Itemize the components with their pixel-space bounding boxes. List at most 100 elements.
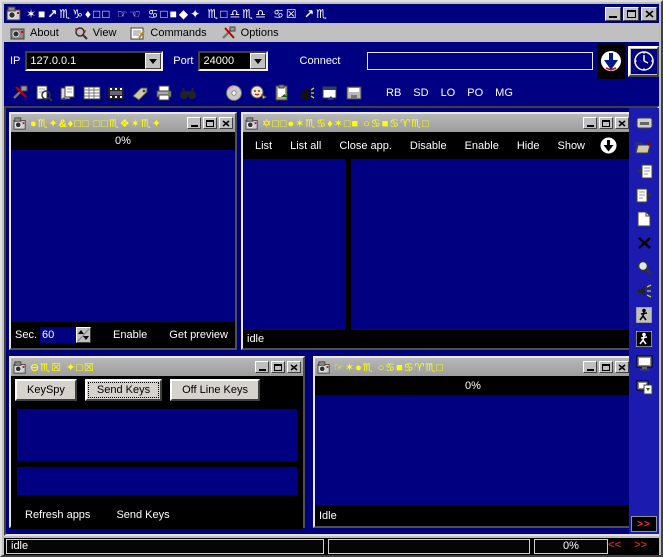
chat-icon[interactable]	[247, 82, 269, 104]
disable-button[interactable]: Disable	[406, 140, 451, 152]
enable-button[interactable]: Enable	[461, 140, 503, 152]
menu-commands[interactable]: Commands	[130, 26, 206, 40]
window-run-icon[interactable]	[319, 82, 341, 104]
view-icon	[73, 26, 89, 40]
keys-actions-bar: Refresh apps Send Keys	[11, 501, 303, 529]
close-button[interactable]	[219, 117, 233, 129]
status-progress-value: 0%	[563, 540, 579, 552]
ip-input[interactable]: 127.0.0.1	[27, 53, 145, 69]
minimize-button[interactable]	[605, 7, 621, 21]
ip-dropdown-button[interactable]	[145, 53, 161, 69]
maximize-button[interactable]	[203, 117, 217, 129]
connect-bar: IP 127.0.0.1 Port 24000 Connect	[4, 42, 659, 80]
clock-button[interactable]	[628, 46, 659, 77]
tag-icon[interactable]	[129, 82, 151, 104]
run-man-light-icon[interactable]	[634, 305, 654, 325]
close-button[interactable]	[615, 117, 629, 129]
port-dropdown-button[interactable]	[250, 53, 266, 69]
connect-button[interactable]: Connect	[296, 55, 345, 67]
list-button[interactable]: List	[251, 140, 276, 152]
status-back-button[interactable]: <<	[604, 539, 625, 551]
minimize-button[interactable]	[187, 117, 201, 129]
send-keys-button[interactable]: Send Keys	[112, 509, 173, 521]
toolbar-letter-lo[interactable]: LO	[435, 87, 462, 99]
port-input[interactable]: 24000	[200, 53, 249, 69]
close-app-button[interactable]: Close app.	[335, 140, 396, 152]
delete-icon[interactable]	[634, 233, 654, 253]
refresh-apps-button[interactable]: Refresh apps	[21, 509, 94, 521]
table-icon[interactable]	[81, 82, 103, 104]
sec-stepper[interactable]	[76, 327, 91, 343]
status-forward-button[interactable]: >>	[630, 539, 651, 551]
preview-progress-value: 0%	[115, 135, 131, 147]
main-titlebar: ✶■↗♏♑♦□□ ☞☜ ♋□■◆✦ ♏□♎♏♎ ♋☒ ↗♏	[4, 4, 659, 23]
file-viewport	[315, 395, 631, 505]
refresh-circle-button[interactable]	[600, 137, 617, 154]
minimize-button[interactable]	[583, 361, 597, 373]
open-folder-icon[interactable]	[634, 137, 654, 157]
process-window-titlebar: ✡□□●✶♏♋♦✶□■ ○♋■♋♈♏□	[243, 114, 631, 132]
minimize-button[interactable]	[583, 117, 597, 129]
search-icon[interactable]	[634, 257, 654, 277]
tab-offline-keys[interactable]: Off Line Keys	[170, 379, 260, 401]
tab-keyspy[interactable]: KeySpy	[15, 379, 77, 401]
show-button[interactable]: Show	[553, 140, 589, 152]
find-doc-icon[interactable]	[33, 82, 55, 104]
toolbar-letter-rb[interactable]: RB	[380, 87, 407, 99]
new-doc-icon[interactable]	[634, 209, 654, 229]
menu-options-label: Options	[241, 27, 279, 39]
maximize-button[interactable]	[271, 361, 285, 373]
toolbar-letter-mg[interactable]: MG	[489, 87, 519, 99]
process-detail-pane[interactable]	[351, 159, 631, 330]
keys-tab-bar: KeySpy Send Keys Off Line Keys	[11, 376, 303, 403]
maximize-button[interactable]	[623, 7, 639, 21]
menu-about[interactable]: About	[10, 26, 59, 40]
up-down-spinner-icon	[77, 328, 90, 342]
keys-log-area[interactable]	[17, 409, 297, 461]
maximize-button[interactable]	[599, 117, 613, 129]
hide-button[interactable]: Hide	[513, 140, 544, 152]
menu-view[interactable]: View	[73, 26, 117, 40]
close-button[interactable]	[641, 7, 657, 21]
screen-icon[interactable]	[634, 353, 654, 373]
list-all-button[interactable]: List all	[286, 140, 325, 152]
enable-button[interactable]: Enable	[109, 329, 151, 341]
sound-icon[interactable]	[634, 281, 654, 301]
clock-face	[631, 49, 657, 74]
titlebar-icon[interactable]	[634, 113, 654, 133]
run-man-dark-icon[interactable]	[634, 329, 654, 349]
process-status-text: idle	[247, 333, 264, 345]
close-button[interactable]	[287, 361, 301, 373]
binoculars-icon[interactable]	[177, 82, 199, 104]
minimize-button[interactable]	[255, 361, 269, 373]
file-progress-value: 0%	[465, 380, 481, 392]
copy-docs-icon[interactable]	[57, 82, 79, 104]
process-window: ✡□□●✶♏♋♦✶□■ ○♋■♋♈♏□ List List all Close …	[241, 112, 633, 350]
maximize-button[interactable]	[599, 361, 613, 373]
paste-run-icon[interactable]	[271, 82, 293, 104]
preview-progress-bar: 0%	[11, 132, 235, 150]
disconnect-button[interactable]	[597, 43, 626, 79]
sec-input[interactable]	[40, 327, 76, 343]
close-button[interactable]	[615, 361, 629, 373]
screenshot-icon[interactable]	[634, 377, 654, 397]
save-window-icon[interactable]	[343, 82, 365, 104]
print-icon[interactable]	[153, 82, 175, 104]
speak-head-icon[interactable]	[295, 82, 317, 104]
tab-send-keys[interactable]: Send Keys	[85, 379, 162, 401]
side-toolbar-more-button[interactable]: >>	[631, 516, 657, 532]
cd-icon[interactable]	[223, 82, 245, 104]
import-doc-icon[interactable]	[634, 161, 654, 181]
film-icon[interactable]	[105, 82, 127, 104]
port-combobox[interactable]: 24000	[198, 51, 267, 71]
toolbar-letter-po[interactable]: PO	[461, 87, 489, 99]
command-input[interactable]	[367, 52, 593, 70]
export-doc-icon[interactable]	[634, 185, 654, 205]
get-preview-button[interactable]: Get preview	[165, 329, 232, 341]
toolbar-letter-sd[interactable]: SD	[407, 87, 434, 99]
ip-combobox[interactable]: 127.0.0.1	[25, 51, 163, 71]
process-list-pane[interactable]	[243, 159, 345, 330]
menu-options[interactable]: Options	[221, 26, 279, 40]
tools-icon[interactable]	[9, 82, 31, 104]
keys-input-area[interactable]	[17, 467, 297, 495]
